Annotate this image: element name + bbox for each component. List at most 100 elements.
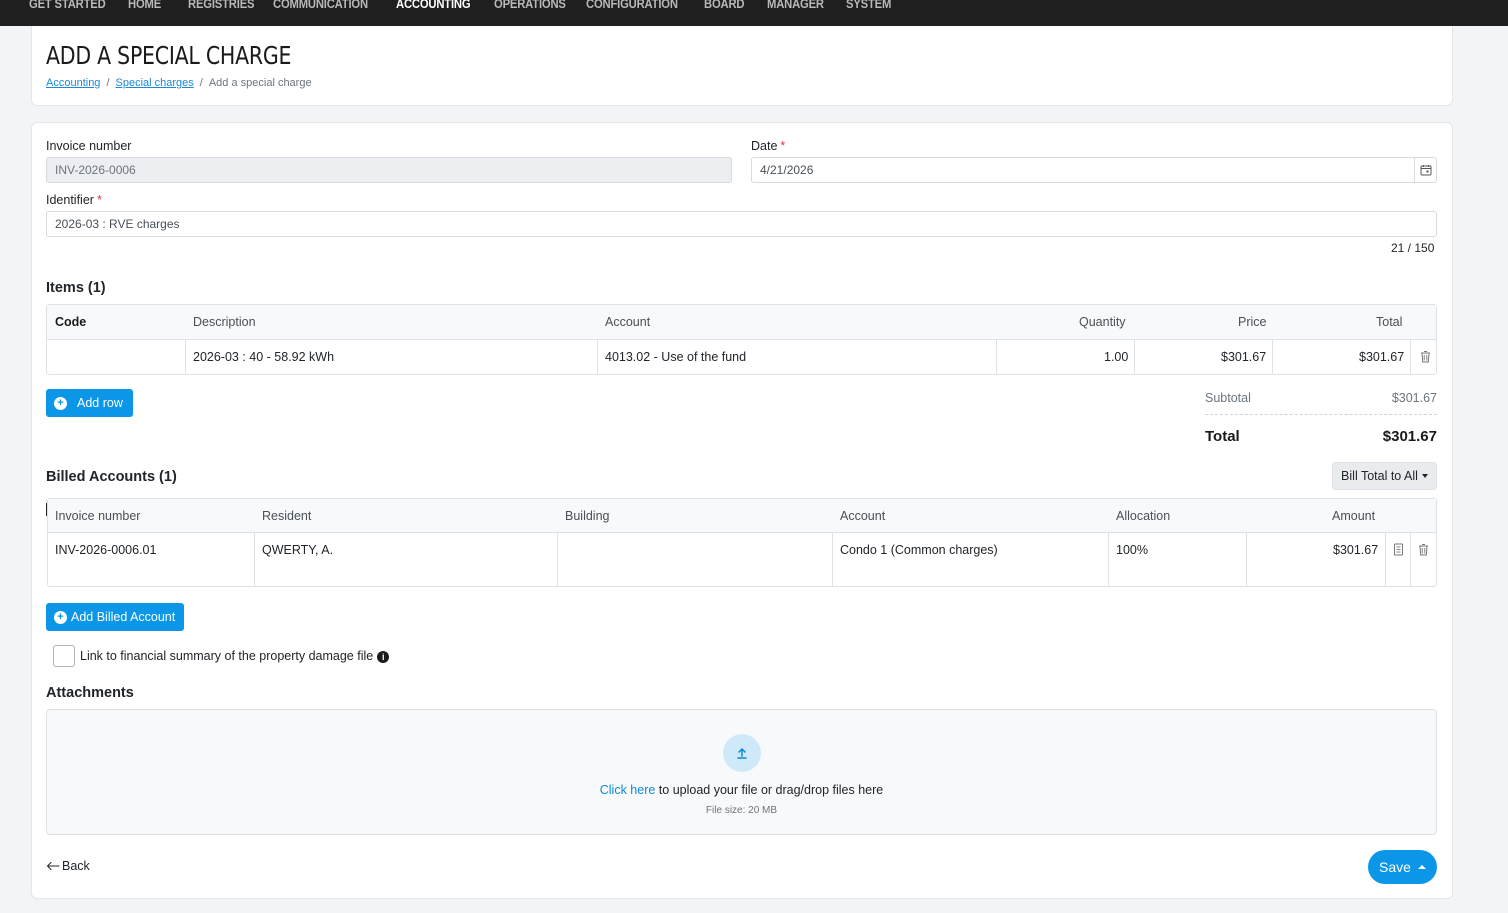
col-description: Description [193, 315, 256, 329]
cell-divider [1410, 533, 1411, 587]
chevron-up-icon [1417, 865, 1426, 869]
col-allocation: Allocation [1116, 509, 1171, 523]
top-navigation: GET STARTED HOME REGISTRIES COMMUNICATIO… [0, 0, 1508, 26]
nav-board[interactable]: BOARD [704, 0, 745, 11]
billed-amount[interactable]: $301.67 [1333, 543, 1378, 557]
billed-allocation[interactable]: 100% [1116, 543, 1148, 557]
item-account[interactable]: 4013.02 - Use of the fund [605, 350, 746, 364]
date-value: 4/21/2026 [760, 163, 814, 177]
bill-total-to-all-dropdown[interactable]: Bill Total to All [1332, 462, 1437, 490]
col-account: Account [840, 509, 886, 523]
nav-home[interactable]: HOME [128, 0, 161, 11]
cell-divider [597, 340, 598, 375]
cell-divider [254, 533, 255, 587]
nav-operations[interactable]: OPERATIONS [494, 0, 566, 11]
plus-icon: + [54, 610, 67, 624]
cell-divider [1385, 533, 1386, 587]
billed-invoice: INV-2026-0006.01 [55, 543, 157, 557]
col-building: Building [565, 509, 610, 523]
bill-total-label: Bill Total to All [1341, 469, 1418, 483]
col-total: Total [1376, 315, 1403, 329]
item-total: $301.67 [1359, 350, 1405, 364]
date-label: Date * [751, 139, 785, 153]
cell-divider [1108, 533, 1109, 587]
nav-get-started[interactable]: GET STARTED [29, 0, 106, 11]
back-label: Back [62, 859, 90, 873]
breadcrumb-separator: / [106, 77, 110, 89]
back-link[interactable]: Back [46, 859, 90, 873]
cell-divider [1246, 533, 1247, 587]
breadcrumb-accounting[interactable]: Accounting [46, 77, 100, 89]
upload-click-here-link[interactable]: Click here [600, 783, 656, 797]
billed-accounts-title: Billed Accounts (1) [46, 469, 177, 485]
billed-resident[interactable]: QWERTY, A. [262, 543, 333, 557]
col-amount: Amount [1332, 509, 1376, 523]
col-quantity: Quantity [1079, 315, 1126, 329]
nav-configuration[interactable]: CONFIGURATION [586, 0, 678, 11]
identifier-input[interactable]: 2026-03 : RVE charges [46, 211, 1437, 237]
items-table: Code Description Account Quantity Price … [46, 304, 1437, 375]
add-billed-account-label: Add Billed Account [71, 610, 176, 624]
nav-communication[interactable]: COMMUNICATION [273, 0, 368, 11]
breadcrumb-special-charges[interactable]: Special charges [116, 77, 194, 89]
add-billed-account-button[interactable]: + Add Billed Account [46, 603, 184, 631]
col-invoice-number: Invoice number [55, 509, 141, 523]
receipt-icon[interactable] [1390, 541, 1406, 557]
nav-manager[interactable]: MANAGER [767, 0, 824, 11]
save-label: Save [1379, 859, 1411, 875]
identifier-char-counter: 21 / 150 [1391, 241, 1435, 255]
cell-divider [557, 533, 558, 587]
required-marker: * [780, 139, 786, 153]
calendar-icon[interactable] [1414, 158, 1436, 182]
cell-divider [996, 340, 997, 375]
breadcrumb-separator: / [199, 77, 203, 89]
info-icon[interactable]: i [377, 651, 390, 663]
upload-file-size: File size: 20 MB [705, 805, 778, 816]
subtotal-label: Subtotal [1205, 391, 1251, 405]
link-financial-summary-label: Link to financial summary of the propert… [80, 649, 390, 663]
col-resident: Resident [262, 509, 312, 523]
delete-billed-account-icon[interactable] [1415, 541, 1431, 557]
nav-system[interactable]: SYSTEM [846, 0, 891, 11]
cell-divider [1410, 340, 1411, 375]
col-code: Code [55, 315, 87, 329]
billed-accounts-table: Invoice number Resident Building Account… [47, 498, 1437, 587]
total-label: Total [1205, 428, 1240, 445]
item-description[interactable]: 2026-03 : 40 - 58.92 kWh [193, 350, 334, 364]
add-row-button[interactable]: + Add row [46, 389, 133, 417]
col-price: Price [1238, 315, 1267, 329]
nav-registries[interactable]: REGISTRIES [188, 0, 255, 11]
upload-instructions: Click here to upload your file or drag/d… [47, 783, 1436, 797]
save-button[interactable]: Save [1368, 850, 1437, 884]
total-value: $301.67 [1382, 428, 1437, 445]
identifier-label-text: Identifier [46, 193, 94, 207]
col-account: Account [605, 315, 651, 329]
totals-divider [1205, 414, 1437, 415]
date-label-text: Date [751, 139, 778, 153]
plus-icon: + [54, 396, 67, 410]
required-marker: * [96, 193, 102, 207]
cell-divider [185, 340, 186, 375]
subtotal-value: $301.67 [1391, 391, 1437, 405]
item-price[interactable]: $301.67 [1221, 350, 1266, 364]
billed-account[interactable]: Condo 1 (Common charges) [840, 543, 998, 557]
add-row-label: Add row [77, 396, 123, 410]
upload-icon[interactable] [723, 734, 761, 772]
attachments-title: Attachments [46, 685, 134, 701]
breadcrumb-current: Add a special charge [208, 77, 312, 89]
cell-divider [1134, 340, 1135, 375]
upload-text: to upload your file or drag/drop files h… [655, 783, 884, 797]
breadcrumb: Accounting / Special charges / Add a special… [46, 77, 312, 89]
link-financial-summary-text: Link to financial summary of the propert… [80, 649, 374, 663]
date-field[interactable]: 4/21/2026 [751, 157, 1437, 183]
attachments-dropzone[interactable]: Click here to upload your file or drag/d… [46, 709, 1437, 835]
link-financial-summary-checkbox[interactable] [53, 645, 75, 667]
item-quantity[interactable]: 1.00 [1104, 350, 1128, 364]
cell-divider [1272, 340, 1273, 375]
invoice-number-label: Invoice number [46, 139, 132, 153]
invoice-number-field: INV-2026-0006 [46, 157, 732, 183]
arrow-left-icon [46, 862, 60, 870]
billed-table-header [48, 499, 1436, 533]
nav-accounting[interactable]: ACCOUNTING [396, 0, 471, 11]
delete-row-icon[interactable] [1417, 348, 1433, 364]
